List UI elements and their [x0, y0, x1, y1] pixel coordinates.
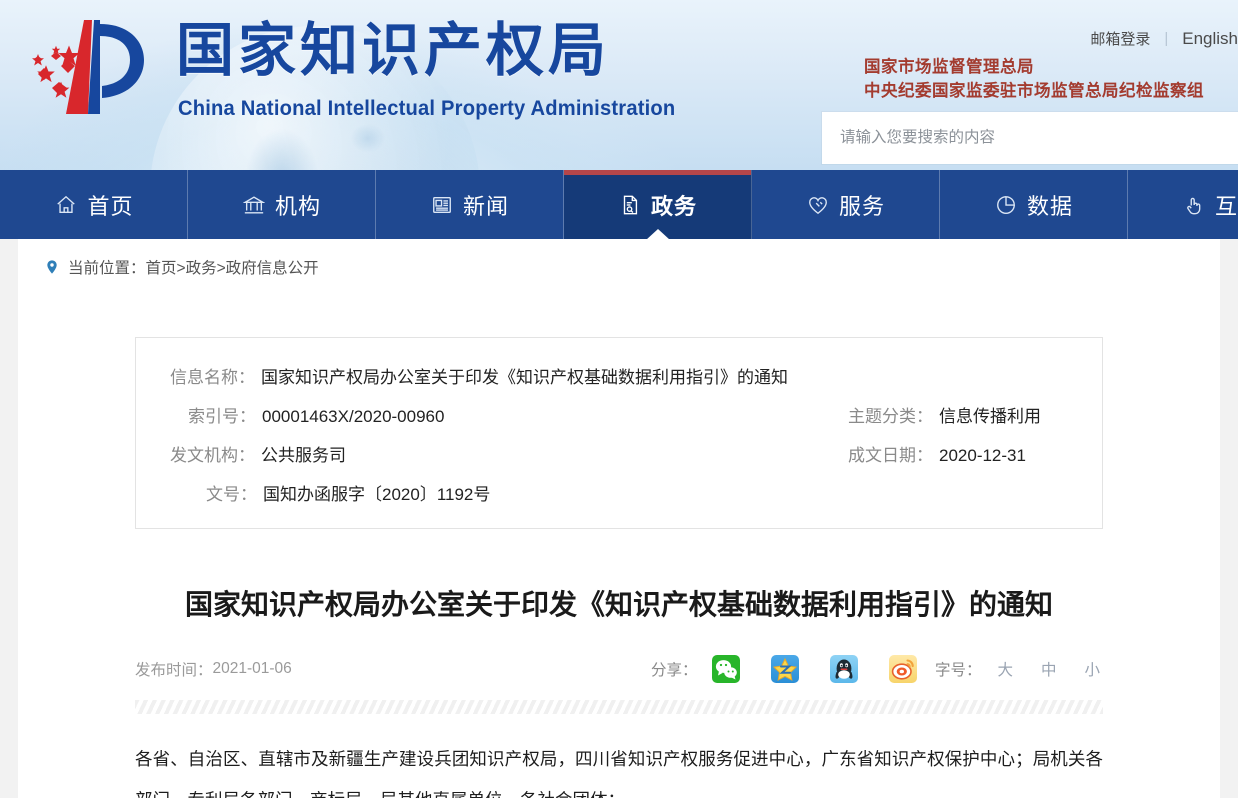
org-line-1: 国家市场监督管理总局 — [864, 57, 1034, 76]
info-row-name: 信息名称： 国家知识产权局办公室关于印发《知识产权基础数据利用指引》的通知 — [136, 356, 1102, 395]
site-header: 国家知识产权局 China National Intellectual Prop… — [0, 0, 1238, 170]
breadcrumb-band: 当前位置： 首页>政务>政府信息公开 — [0, 239, 1238, 295]
nav-item-data[interactable]: 数据 — [940, 170, 1128, 239]
nav-label: 新闻 — [462, 193, 509, 219]
pie-chart-icon — [994, 193, 1018, 217]
bank-icon — [242, 193, 266, 217]
main-navigation: 首页 机构 新闻 政务 服务 数据 互 — [0, 170, 1238, 239]
location-pin-icon — [44, 259, 60, 275]
news-icon — [430, 193, 454, 217]
article-paragraph: 各省、自治区、直辖市及新疆生产建设兵团知识产权局，四川省知识产权服务促进中心，广… — [135, 749, 1103, 798]
hand-click-icon — [1182, 193, 1206, 217]
nav-label: 机构 — [274, 193, 321, 219]
share-group: 分享： — [651, 652, 927, 686]
publish-time-label: 发布时间： — [135, 661, 213, 679]
wechat-icon[interactable] — [711, 654, 740, 683]
nav-item-organization[interactable]: 机构 — [188, 170, 376, 239]
topbar-separator: | — [1164, 30, 1169, 47]
hatched-divider — [135, 699, 1103, 714]
search-box[interactable] — [822, 112, 1238, 164]
breadcrumb: 当前位置： 首页>政务>政府信息公开 — [18, 239, 1220, 295]
affiliated-org-names: 国家市场监督管理总局 中央纪委国家监委驻市场监管总局纪检监察组 — [864, 55, 1204, 103]
header-top-links: 邮箱登录 | English — [1090, 28, 1238, 49]
info-row-issuer: 发文机构： 公共服务司 成文日期： 2020-12-31 — [136, 434, 1102, 473]
info-value-date: 2020-12-31 — [939, 446, 1026, 465]
breadcrumb-path[interactable]: 首页>政务>政府信息公开 — [146, 256, 319, 278]
search-input[interactable] — [822, 112, 1238, 164]
nav-item-news[interactable]: 新闻 — [376, 170, 564, 239]
page-title: 国家知识产权局办公室关于印发《知识产权基础数据利用指引》的通知 — [184, 588, 1053, 621]
article-meta-row: 发布时间： 2021-01-06 分享： 字号： 大 中 小 — [135, 652, 1103, 686]
nav-label: 政务 — [650, 193, 697, 219]
qq-icon[interactable] — [829, 654, 858, 683]
nav-label: 首页 — [87, 193, 134, 219]
info-label-issuer: 发文机构： — [170, 446, 255, 465]
info-label-index: 索引号： — [188, 407, 256, 426]
mail-login-link[interactable]: 邮箱登录 — [1090, 28, 1150, 49]
page-body: 信息名称： 国家知识产权局办公室关于印发《知识产权基础数据利用指引》的通知 索引… — [0, 295, 1238, 798]
org-line-2: 中央纪委国家监委驻市场监管总局纪检监察组 — [864, 80, 1204, 100]
font-size-small[interactable]: 小 — [1085, 658, 1101, 680]
service-icon — [806, 193, 830, 217]
home-icon — [54, 193, 78, 217]
breadcrumb-prefix: 当前位置： — [68, 260, 146, 277]
cnipa-emblem-icon — [16, 16, 166, 136]
font-size-medium[interactable]: 中 — [1041, 658, 1057, 680]
logo-subtitle: China National Intellectual Property Adm… — [178, 97, 676, 120]
nav-item-service[interactable]: 服务 — [752, 170, 940, 239]
info-label-topic: 主题分类： — [848, 407, 933, 426]
info-row-docno: 文号： 国知办函服字〔2020〕1192号 — [136, 473, 1102, 512]
qzone-icon[interactable] — [770, 654, 799, 683]
info-row-index: 索引号： 00001463X/2020-00960 主题分类： 信息传播利用 — [136, 395, 1102, 434]
nav-label: 数据 — [1026, 193, 1073, 219]
info-label-date: 成文日期： — [848, 446, 933, 465]
publish-time-value: 2021-01-06 — [212, 659, 292, 677]
font-size-group: 字号： 大 中 小 — [935, 652, 1100, 686]
nav-label: 互动 — [1214, 193, 1238, 219]
document-info-box: 信息名称： 国家知识产权局办公室关于印发《知识产权基础数据利用指引》的通知 索引… — [135, 337, 1103, 529]
info-value-issuer: 公共服务司 — [261, 446, 346, 465]
document-icon — [618, 193, 642, 217]
info-value-name: 国家知识产权局办公室关于印发《知识产权基础数据利用指引》的通知 — [261, 368, 788, 387]
logo-title: 国家知识产权局 — [176, 16, 611, 84]
info-label-name: 信息名称： — [170, 368, 255, 387]
content-card: 信息名称： 国家知识产权局办公室关于印发《知识产权基础数据利用指引》的通知 索引… — [18, 295, 1220, 798]
nav-item-government-affairs[interactable]: 政务 — [564, 170, 752, 239]
font-size-large[interactable]: 大 — [998, 658, 1014, 680]
english-link[interactable]: English — [1182, 29, 1238, 49]
nav-item-interaction[interactable]: 互动 — [1128, 170, 1238, 239]
info-value-index: 00001463X/2020-00960 — [262, 407, 445, 426]
nav-item-home[interactable]: 首页 — [0, 170, 188, 239]
weibo-icon[interactable] — [888, 654, 917, 683]
site-logo[interactable]: 国家知识产权局 China National Intellectual Prop… — [16, 12, 696, 137]
info-value-docno: 国知办函服字〔2020〕1192号 — [263, 485, 491, 504]
font-size-label: 字号： — [935, 661, 982, 679]
info-label-docno: 文号： — [206, 485, 257, 504]
share-label: 分享： — [651, 661, 698, 679]
nav-label: 服务 — [838, 193, 885, 219]
info-value-topic: 信息传播利用 — [939, 407, 1041, 426]
